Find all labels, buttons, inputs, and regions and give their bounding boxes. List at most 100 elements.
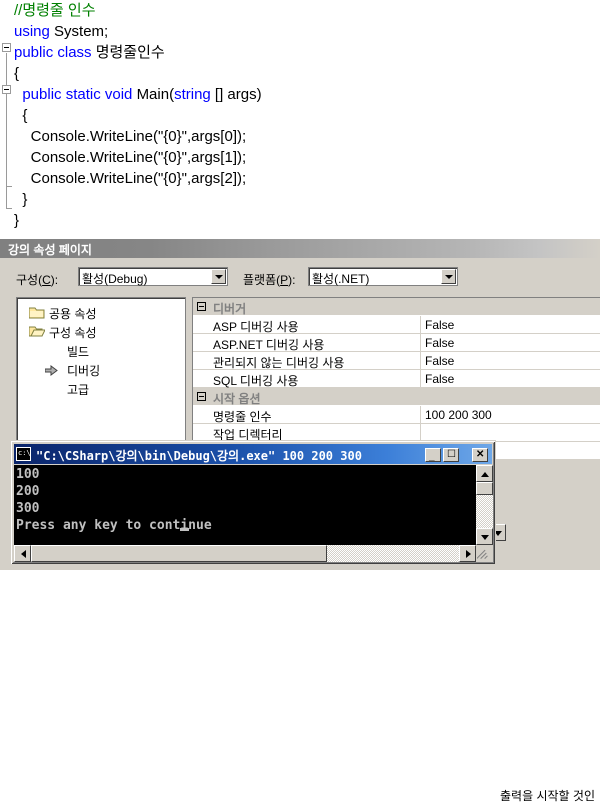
- code-token: using: [14, 23, 55, 40]
- code-token: }: [14, 212, 20, 229]
- code-line: }: [14, 189, 600, 210]
- code-token: System;: [54, 23, 109, 40]
- collapse-toggle-icon[interactable]: [197, 302, 206, 311]
- minimize-icon: _: [429, 451, 435, 462]
- code-line: Console.WriteLine("{0}",args[1]);: [14, 147, 600, 168]
- code-editor-gutter[interactable]: [0, 0, 14, 238]
- tree-item-1[interactable]: 공용 속성: [17, 304, 185, 322]
- minimize-button[interactable]: _: [425, 448, 441, 462]
- tree-item-5[interactable]: 고급: [17, 380, 185, 398]
- property-column-divider[interactable]: [420, 370, 421, 388]
- folder-closed-icon: [28, 306, 45, 319]
- tree-item-label: 디버깅: [67, 364, 101, 378]
- fold-toggle-method[interactable]: [2, 85, 11, 94]
- chevron-up-icon: [481, 472, 489, 477]
- configuration-combo[interactable]: 활성(Debug): [78, 267, 228, 286]
- code-token: public class: [14, 44, 96, 61]
- console-caret: [180, 528, 189, 531]
- tree-item-2[interactable]: 구성 속성: [17, 323, 185, 341]
- close-icon: ✕: [476, 449, 485, 460]
- property-value[interactable]: False: [425, 354, 454, 368]
- tree-item-3[interactable]: 빌드: [17, 342, 185, 360]
- arrow-right-icon: [44, 365, 58, 376]
- fold-end-method: [6, 186, 12, 187]
- console-horizontal-scrollbar[interactable]: [14, 545, 476, 562]
- scroll-right-button[interactable]: [459, 545, 476, 562]
- property-value[interactable]: False: [425, 372, 454, 386]
- code-token: //명령줄 인수: [14, 2, 96, 19]
- console-titlebar[interactable]: c:\ "C:\CSharp\강의\bin\Debug\강의.exe" 100 …: [14, 444, 492, 464]
- code-token: Console.WriteLine("{0}",args[1]);: [14, 149, 247, 166]
- property-column-divider[interactable]: [420, 406, 421, 424]
- console-window[interactable]: c:\ "C:\CSharp\강의\bin\Debug\강의.exe" 100 …: [10, 440, 496, 565]
- property-value[interactable]: False: [425, 318, 454, 332]
- console-output-area[interactable]: 100 200 300 Press any key to continue: [14, 465, 476, 545]
- code-token: {: [14, 65, 20, 82]
- property-row[interactable]: 관리되지 않는 디버깅 사용 False: [193, 352, 600, 370]
- scroll-down-button[interactable]: [476, 528, 493, 545]
- code-text-area[interactable]: //명령줄 인수 using System; public class 명령줄인수{…: [14, 0, 600, 231]
- property-group-header[interactable]: 시작 옵션: [193, 388, 600, 406]
- property-name: SQL 디버깅 사용: [213, 374, 299, 388]
- property-column-divider[interactable]: [420, 334, 421, 352]
- property-row[interactable]: SQL 디버깅 사용 False: [193, 370, 600, 388]
- property-name: 명령줄 인수: [213, 410, 272, 424]
- platform-combo[interactable]: 활성(.NET): [308, 267, 458, 286]
- code-editor[interactable]: //명령줄 인수 using System; public class 명령줄인수{…: [0, 0, 600, 238]
- property-name: ASP 디버깅 사용: [213, 320, 299, 334]
- property-value[interactable]: False: [425, 336, 454, 350]
- property-group-header[interactable]: 디버거: [193, 298, 600, 316]
- platform-combo-value: 활성(.NET): [312, 272, 370, 286]
- code-token: Console.WriteLine("{0}",args[2]);: [14, 170, 247, 187]
- property-row[interactable]: ASP.NET 디버깅 사용 False: [193, 334, 600, 352]
- fold-line-method: [6, 95, 7, 186]
- code-line: }: [14, 210, 600, 231]
- chevron-right-icon: [466, 550, 471, 558]
- close-button[interactable]: ✕: [472, 448, 488, 462]
- configuration-combo-value: 활성(Debug): [82, 272, 148, 286]
- folder-open-icon: [28, 325, 46, 338]
- console-vertical-scrollbar[interactable]: [476, 465, 493, 545]
- console-output-text: 100 200 300 Press any key to continue: [16, 467, 212, 533]
- chevron-down-icon[interactable]: [211, 269, 226, 284]
- collapse-toggle-icon[interactable]: [197, 392, 206, 401]
- fold-toggle-class[interactable]: [2, 43, 11, 52]
- property-column-divider[interactable]: [420, 352, 421, 370]
- property-name: 관리되지 않는 디버깅 사용: [213, 356, 345, 370]
- code-line: //명령줄 인수: [14, 0, 600, 21]
- grip-line: [484, 555, 488, 559]
- code-token: 명령줄인수: [95, 44, 165, 61]
- property-row[interactable]: 명령줄 인수 100 200 300: [193, 406, 600, 424]
- chevron-down-icon[interactable]: [441, 269, 456, 284]
- property-row[interactable]: ASP 디버깅 사용 False: [193, 316, 600, 334]
- hscroll-thumb[interactable]: [31, 545, 327, 562]
- property-column-divider[interactable]: [420, 316, 421, 334]
- chevron-down-icon: [481, 535, 489, 540]
- property-tree[interactable]: 공용 속성 구성 속성빌드디버깅고급: [16, 297, 186, 445]
- tree-item-label: 빌드: [67, 345, 90, 359]
- code-token: [] args): [210, 86, 262, 103]
- scroll-left-button[interactable]: [14, 545, 31, 562]
- platform-label: 플랫폼(P):: [243, 273, 296, 287]
- code-token: Main(: [136, 86, 175, 103]
- code-token: {: [14, 107, 28, 124]
- property-value[interactable]: 100 200 300: [425, 408, 492, 422]
- configuration-label: 구성(C):: [16, 273, 59, 287]
- property-page-title: 강의 속성 페이지: [8, 243, 92, 257]
- vscroll-thumb[interactable]: [476, 482, 493, 495]
- code-line: using System;: [14, 21, 600, 42]
- code-token: string: [174, 86, 211, 103]
- property-page-titlebar[interactable]: 강의 속성 페이지: [0, 239, 600, 258]
- property-group-label: 시작 옵션: [213, 392, 261, 406]
- code-line: {: [14, 105, 600, 126]
- tree-item-4[interactable]: 디버깅: [17, 361, 185, 379]
- maximize-icon: ☐: [447, 449, 456, 460]
- maximize-button[interactable]: ☐: [443, 448, 459, 462]
- configuration-row: 구성(C): 활성(Debug) 플랫폼(P): 활성(.NET): [0, 267, 600, 291]
- scroll-up-button[interactable]: [476, 465, 493, 482]
- property-grid[interactable]: 디버거 ASP 디버깅 사용 False ASP.NET 디버깅 사용 False 관리되…: [192, 297, 600, 459]
- resize-grip-icon[interactable]: [477, 546, 491, 560]
- chevron-left-icon: [21, 550, 26, 558]
- code-line: public static void Main(string [] args): [14, 84, 600, 105]
- code-line: public class 명령줄인수: [14, 42, 600, 63]
